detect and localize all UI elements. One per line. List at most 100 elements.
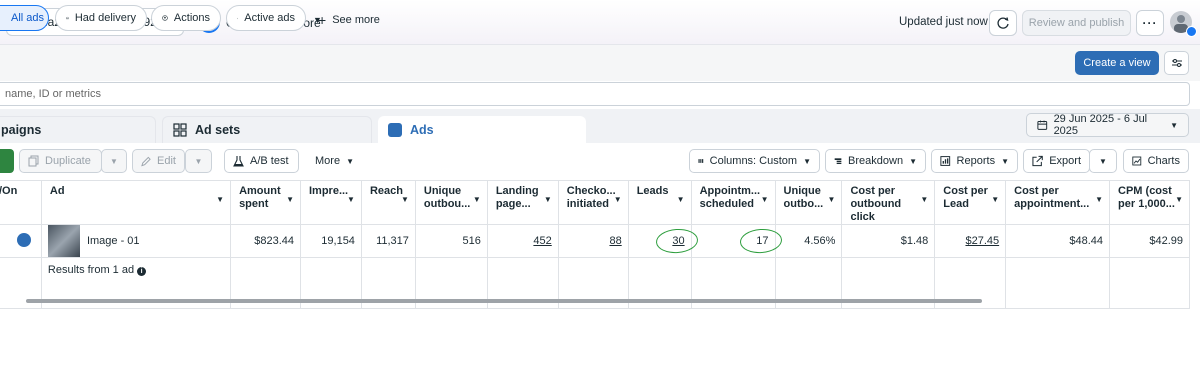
- chevron-down-icon: ▼: [194, 156, 203, 166]
- tab-campaigns[interactable]: paigns: [0, 116, 156, 143]
- duplicate-dropdown[interactable]: ▼: [101, 149, 127, 173]
- info-icon[interactable]: i: [137, 267, 147, 276]
- more-options-button[interactable]: ···: [1136, 10, 1164, 36]
- col-header-leads[interactable]: Leads ▼: [627, 180, 692, 225]
- flask-icon: [233, 156, 244, 167]
- summary-label: Results from 1 ad: [47, 264, 135, 276]
- search-input[interactable]: name, ID or metrics: [0, 82, 1190, 106]
- col-header-appointments[interactable]: Appointm... scheduled ▼: [690, 180, 776, 225]
- landing-page-cell: 452: [486, 224, 559, 258]
- summary-cell: [1109, 257, 1190, 309]
- filter-actions[interactable]: Actions: [151, 5, 221, 31]
- landing-page-link[interactable]: 452: [533, 235, 551, 247]
- edit-label: Edit: [157, 155, 176, 167]
- chart-icon: [1132, 156, 1142, 166]
- col-header-reach[interactable]: Reach ▼: [360, 180, 416, 225]
- unique-outbound-cell: 516: [414, 224, 488, 258]
- reports-button[interactable]: Reports ▼: [931, 149, 1018, 173]
- chevron-down-icon: ▼: [909, 156, 917, 166]
- col-header-ad[interactable]: Ad ▼: [40, 180, 232, 225]
- chevron-down-icon: ▼: [1001, 156, 1009, 166]
- export-dropdown[interactable]: ▼: [1089, 149, 1117, 173]
- ad-name[interactable]: Image - 01: [87, 235, 140, 247]
- col-header-unique-outbound[interactable]: Unique outbou... ▼: [414, 180, 488, 225]
- duplicate-icon: [28, 155, 39, 167]
- charts-button[interactable]: Charts: [1123, 149, 1189, 173]
- horizontal-scrollbar[interactable]: [26, 299, 982, 303]
- leads-cell: 30: [627, 224, 692, 258]
- col-header-impressions[interactable]: Impre... ▼: [299, 180, 362, 225]
- sort-caret-icon: ▼: [286, 195, 294, 204]
- col-header-checkouts[interactable]: Checko... initiated ▼: [557, 180, 629, 225]
- cpm-cell: $42.99: [1109, 224, 1190, 258]
- breakdown-icon: [834, 158, 842, 165]
- filter-chip-label: All ads: [11, 12, 45, 24]
- sort-caret-icon: ▼: [613, 195, 622, 204]
- col-header-cost-per-appointment[interactable]: Cost per appointment... ▼: [1005, 180, 1111, 225]
- col-header-on-off[interactable]: /On: [0, 180, 42, 225]
- cost-per-lead-cell: $27.45: [934, 224, 1007, 258]
- more-button[interactable]: More ▼: [306, 149, 358, 173]
- filter-chip-label: Active ads: [244, 12, 295, 24]
- chevron-down-icon: ▼: [803, 156, 811, 166]
- col-header-cpm[interactable]: CPM (cost per 1,000... ▼: [1109, 180, 1190, 225]
- more-label: More: [315, 155, 341, 167]
- tab-ads[interactable]: Ads: [378, 116, 586, 143]
- columns-button[interactable]: Columns: Custom ▼: [689, 149, 820, 173]
- tab-label: Ads: [410, 122, 434, 137]
- see-more-button[interactable]: + See more: [318, 12, 380, 28]
- sort-caret-icon: ▼: [216, 195, 225, 204]
- amount-spent-cell: $823.44: [230, 224, 301, 258]
- sort-caret-icon: ▼: [676, 195, 685, 204]
- sort-caret-icon: ▼: [827, 195, 836, 204]
- date-range-picker[interactable]: 29 Jun 2025 - 6 Jul 2025 ▼: [1026, 113, 1189, 137]
- edit-dropdown[interactable]: ▼: [185, 149, 212, 173]
- ad-name-cell[interactable]: Image - 01: [40, 224, 232, 258]
- duplicate-button[interactable]: Duplicate: [19, 149, 102, 173]
- ab-test-button[interactable]: A/B test: [224, 149, 299, 173]
- filter-chip-label: Had delivery: [74, 12, 136, 24]
- tab-ad-sets[interactable]: Ad sets: [162, 116, 372, 143]
- breakdown-button[interactable]: Breakdown ▼: [825, 149, 926, 173]
- create-button[interactable]: [0, 149, 14, 173]
- col-header-unique-outbound-ctr[interactable]: Unique outbo... ▼: [774, 180, 843, 225]
- edit-button[interactable]: Edit: [132, 149, 185, 173]
- see-more-label: See more: [332, 14, 380, 26]
- col-header-amount-spent[interactable]: Amount spent ▼: [230, 180, 301, 225]
- refresh-button[interactable]: [989, 10, 1017, 36]
- pencil-icon: [141, 156, 151, 166]
- impressions-cell: 19,154: [299, 224, 362, 258]
- filter-active-ads[interactable]: Active ads: [226, 5, 306, 31]
- appointments-value: 17: [756, 235, 769, 247]
- table-row[interactable]: Image - 01 $823.44 19,154 11,317 516 452…: [0, 224, 1190, 258]
- leads-link[interactable]: 30: [672, 235, 684, 247]
- charts-label: Charts: [1147, 155, 1180, 167]
- on-off-cell[interactable]: [0, 224, 42, 258]
- on-off-toggle[interactable]: [16, 232, 31, 247]
- cost-per-appointment-cell: $48.44: [1005, 224, 1111, 258]
- col-header-landing-page[interactable]: Landing page... ▼: [486, 180, 559, 225]
- sort-caret-icon: ▼: [472, 195, 481, 204]
- review-publish-button[interactable]: Review and publish: [1022, 10, 1131, 36]
- summary-cell: [1005, 257, 1111, 309]
- export-icon: [1032, 155, 1043, 167]
- checkouts-link[interactable]: 88: [609, 235, 621, 247]
- duplicate-label: Duplicate: [45, 155, 91, 167]
- filter-had-delivery[interactable]: Had delivery: [55, 5, 147, 31]
- sort-caret-icon: ▼: [1095, 195, 1104, 204]
- settings-sliders-button[interactable]: [1164, 51, 1189, 75]
- checkouts-cell: 88: [557, 224, 629, 258]
- export-button[interactable]: Export: [1023, 149, 1090, 173]
- reports-icon: [940, 156, 951, 166]
- create-view-button[interactable]: Create a view: [1075, 51, 1159, 75]
- sort-caret-icon: ▼: [543, 195, 552, 204]
- header-row: /On Ad ▼ Amount spent ▼ Impre... ▼ Reach ▼ U…: [0, 180, 1190, 225]
- col-header-cost-per-lead[interactable]: Cost per Lead ▼: [934, 180, 1007, 225]
- reports-label: Reports: [956, 155, 996, 167]
- export-label: Export: [1049, 155, 1081, 167]
- reach-cell: 11,317: [360, 224, 416, 258]
- cost-per-lead-link[interactable]: $27.45: [965, 235, 999, 247]
- tab-label: paigns: [1, 123, 42, 137]
- col-header-cost-per-outbound[interactable]: Cost per outbound click ▼: [841, 180, 936, 225]
- filter-all-ads[interactable]: All ads: [0, 5, 49, 31]
